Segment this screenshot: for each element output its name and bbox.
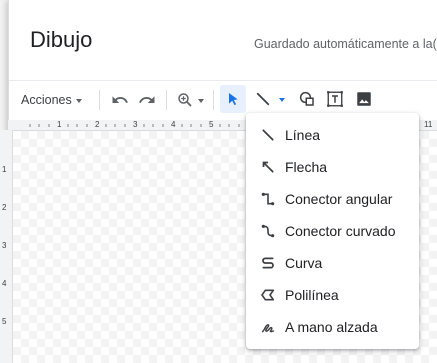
ruler-label: 3	[2, 241, 7, 250]
elbow-connector-icon	[261, 192, 275, 206]
textbox-icon	[327, 91, 343, 107]
ruler-label: 5	[209, 120, 214, 129]
menu-item-label: Conector curvado	[285, 223, 396, 239]
zoom-button[interactable]	[173, 90, 207, 110]
redo-icon	[139, 96, 155, 103]
actions-menu-button[interactable]: Acciones	[21, 90, 82, 110]
line-icon	[262, 129, 274, 141]
menu-item-line[interactable]: Línea	[246, 119, 419, 151]
menu-item-label: Conector angular	[285, 191, 393, 207]
menu-item-elbow-connector[interactable]: Conector angular	[246, 183, 419, 215]
toolbar-divider	[166, 90, 167, 110]
textbox-button[interactable]	[324, 88, 346, 110]
menu-item-label: Curva	[285, 255, 323, 271]
line-icon	[256, 92, 269, 106]
ruler-label: 11	[424, 120, 433, 129]
menu-item-arrow[interactable]: Flecha	[246, 151, 419, 183]
menu-item-label: A mano alzada	[285, 319, 378, 335]
shape-icon	[299, 91, 314, 106]
ruler-label: 4	[2, 279, 7, 288]
ruler-label: 1	[57, 120, 62, 129]
image-icon	[357, 92, 371, 106]
vertical-ruler: 1 2 3 4 5	[0, 130, 13, 363]
polyline-icon	[261, 289, 275, 301]
undo-button[interactable]	[109, 90, 131, 110]
shape-button[interactable]	[296, 88, 318, 110]
chevron-down-icon	[198, 99, 204, 103]
save-status: Guardado automáticamente a la(s)	[254, 37, 437, 51]
menu-item-polyline[interactable]: Polilínea	[246, 279, 419, 311]
actions-label: Acciones	[21, 93, 72, 107]
ruler-label: 2	[2, 203, 7, 212]
menu-item-label: Línea	[285, 127, 321, 143]
menu-item-label: Polilínea	[285, 287, 339, 303]
menu-item-scribble[interactable]: A mano alzada	[246, 311, 419, 343]
arrow-icon	[262, 161, 274, 173]
chevron-down-icon	[75, 99, 82, 103]
ruler-label: 5	[2, 317, 7, 326]
redo-button[interactable]	[136, 90, 158, 110]
scribble-icon	[261, 324, 275, 333]
ruler-label: 1	[2, 165, 7, 174]
curved-connector-icon	[261, 224, 275, 238]
undo-icon	[112, 96, 128, 103]
menu-item-label: Flecha	[285, 159, 328, 175]
line-type-menu: Línea Flecha Conector angular Conector c…	[246, 113, 419, 349]
menu-item-curved-connector[interactable]: Conector curvado	[246, 215, 419, 247]
select-arrow-icon	[229, 93, 238, 106]
menu-item-curve[interactable]: Curva	[246, 247, 419, 279]
line-tool-button[interactable]	[248, 85, 290, 113]
ruler-label: 3	[133, 120, 138, 129]
select-button[interactable]	[220, 85, 246, 113]
toolbar-divider	[213, 90, 214, 110]
curve-icon	[262, 257, 274, 269]
ruler-label: 4	[171, 120, 176, 129]
zoom-icon	[178, 93, 192, 107]
ruler-label: 2	[95, 120, 100, 129]
toolbar-divider	[99, 90, 100, 110]
dialog-header: Dibujo Guardado automáticamente a la(s)	[9, 0, 437, 81]
image-button[interactable]	[353, 88, 375, 110]
dialog-title: Dibujo	[30, 27, 93, 52]
chevron-down-icon	[278, 98, 285, 102]
